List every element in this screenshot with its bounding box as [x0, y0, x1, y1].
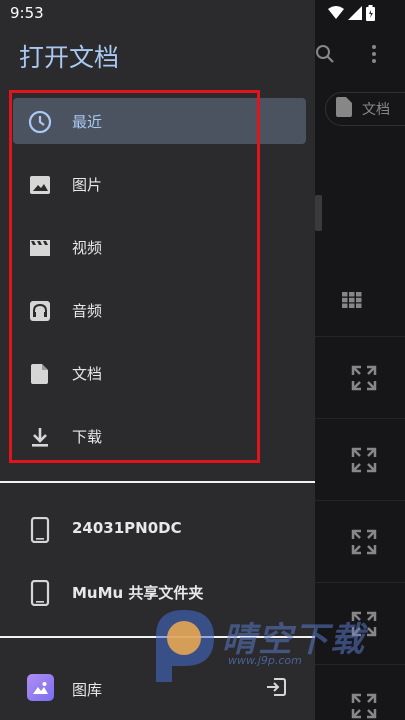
navigation-drawer: 打开文档 最近 图片 视频 音频 文档 下载 24031PN0DC MuMu 共…	[0, 0, 315, 720]
phone-icon	[30, 516, 50, 547]
root-label: 音频	[72, 302, 103, 320]
device-label: MuMu 共享文件夹	[72, 584, 204, 602]
headphones-icon	[28, 299, 52, 323]
app-label: 图库	[72, 681, 103, 699]
clock-icon	[28, 110, 52, 134]
root-item-documents[interactable]: 文档	[0, 342, 315, 405]
image-icon	[28, 173, 52, 197]
status-bar: 9:53	[0, 0, 405, 28]
root-label: 文档	[72, 365, 103, 383]
app-item-gallery[interactable]: 图库	[0, 660, 315, 716]
download-icon	[28, 425, 52, 449]
drawer-scrim[interactable]	[315, 0, 405, 720]
root-item-recent[interactable]: 最近	[0, 90, 315, 153]
device-label: 24031PN0DC	[72, 519, 182, 537]
drawer-title: 打开文档	[19, 43, 120, 72]
root-item-images[interactable]: 图片	[0, 153, 315, 216]
device-item-phone[interactable]: 24031PN0DC	[0, 499, 315, 559]
root-label: 视频	[72, 239, 103, 257]
phone-icon	[30, 579, 50, 610]
root-item-videos[interactable]: 视频	[0, 216, 315, 279]
battery-icon	[366, 5, 375, 21]
divider	[0, 481, 315, 483]
eject-icon[interactable]	[266, 678, 286, 700]
signal-icon	[348, 6, 362, 20]
gallery-app-icon	[27, 674, 54, 701]
device-item-mumu-shared[interactable]: MuMu 共享文件夹	[0, 562, 315, 622]
wifi-icon	[328, 6, 344, 20]
root-label: 下载	[72, 428, 103, 446]
document-icon	[28, 362, 52, 386]
divider	[0, 636, 315, 638]
root-label: 图片	[72, 176, 103, 194]
root-label: 最近	[72, 113, 103, 131]
root-item-downloads[interactable]: 下载	[0, 405, 315, 468]
roots-list: 最近 图片 视频 音频 文档 下载	[0, 90, 315, 468]
status-icons	[328, 5, 375, 21]
status-time: 9:53	[10, 4, 44, 22]
root-item-audio[interactable]: 音频	[0, 279, 315, 342]
video-icon	[28, 236, 52, 260]
selected-highlight	[13, 98, 306, 144]
